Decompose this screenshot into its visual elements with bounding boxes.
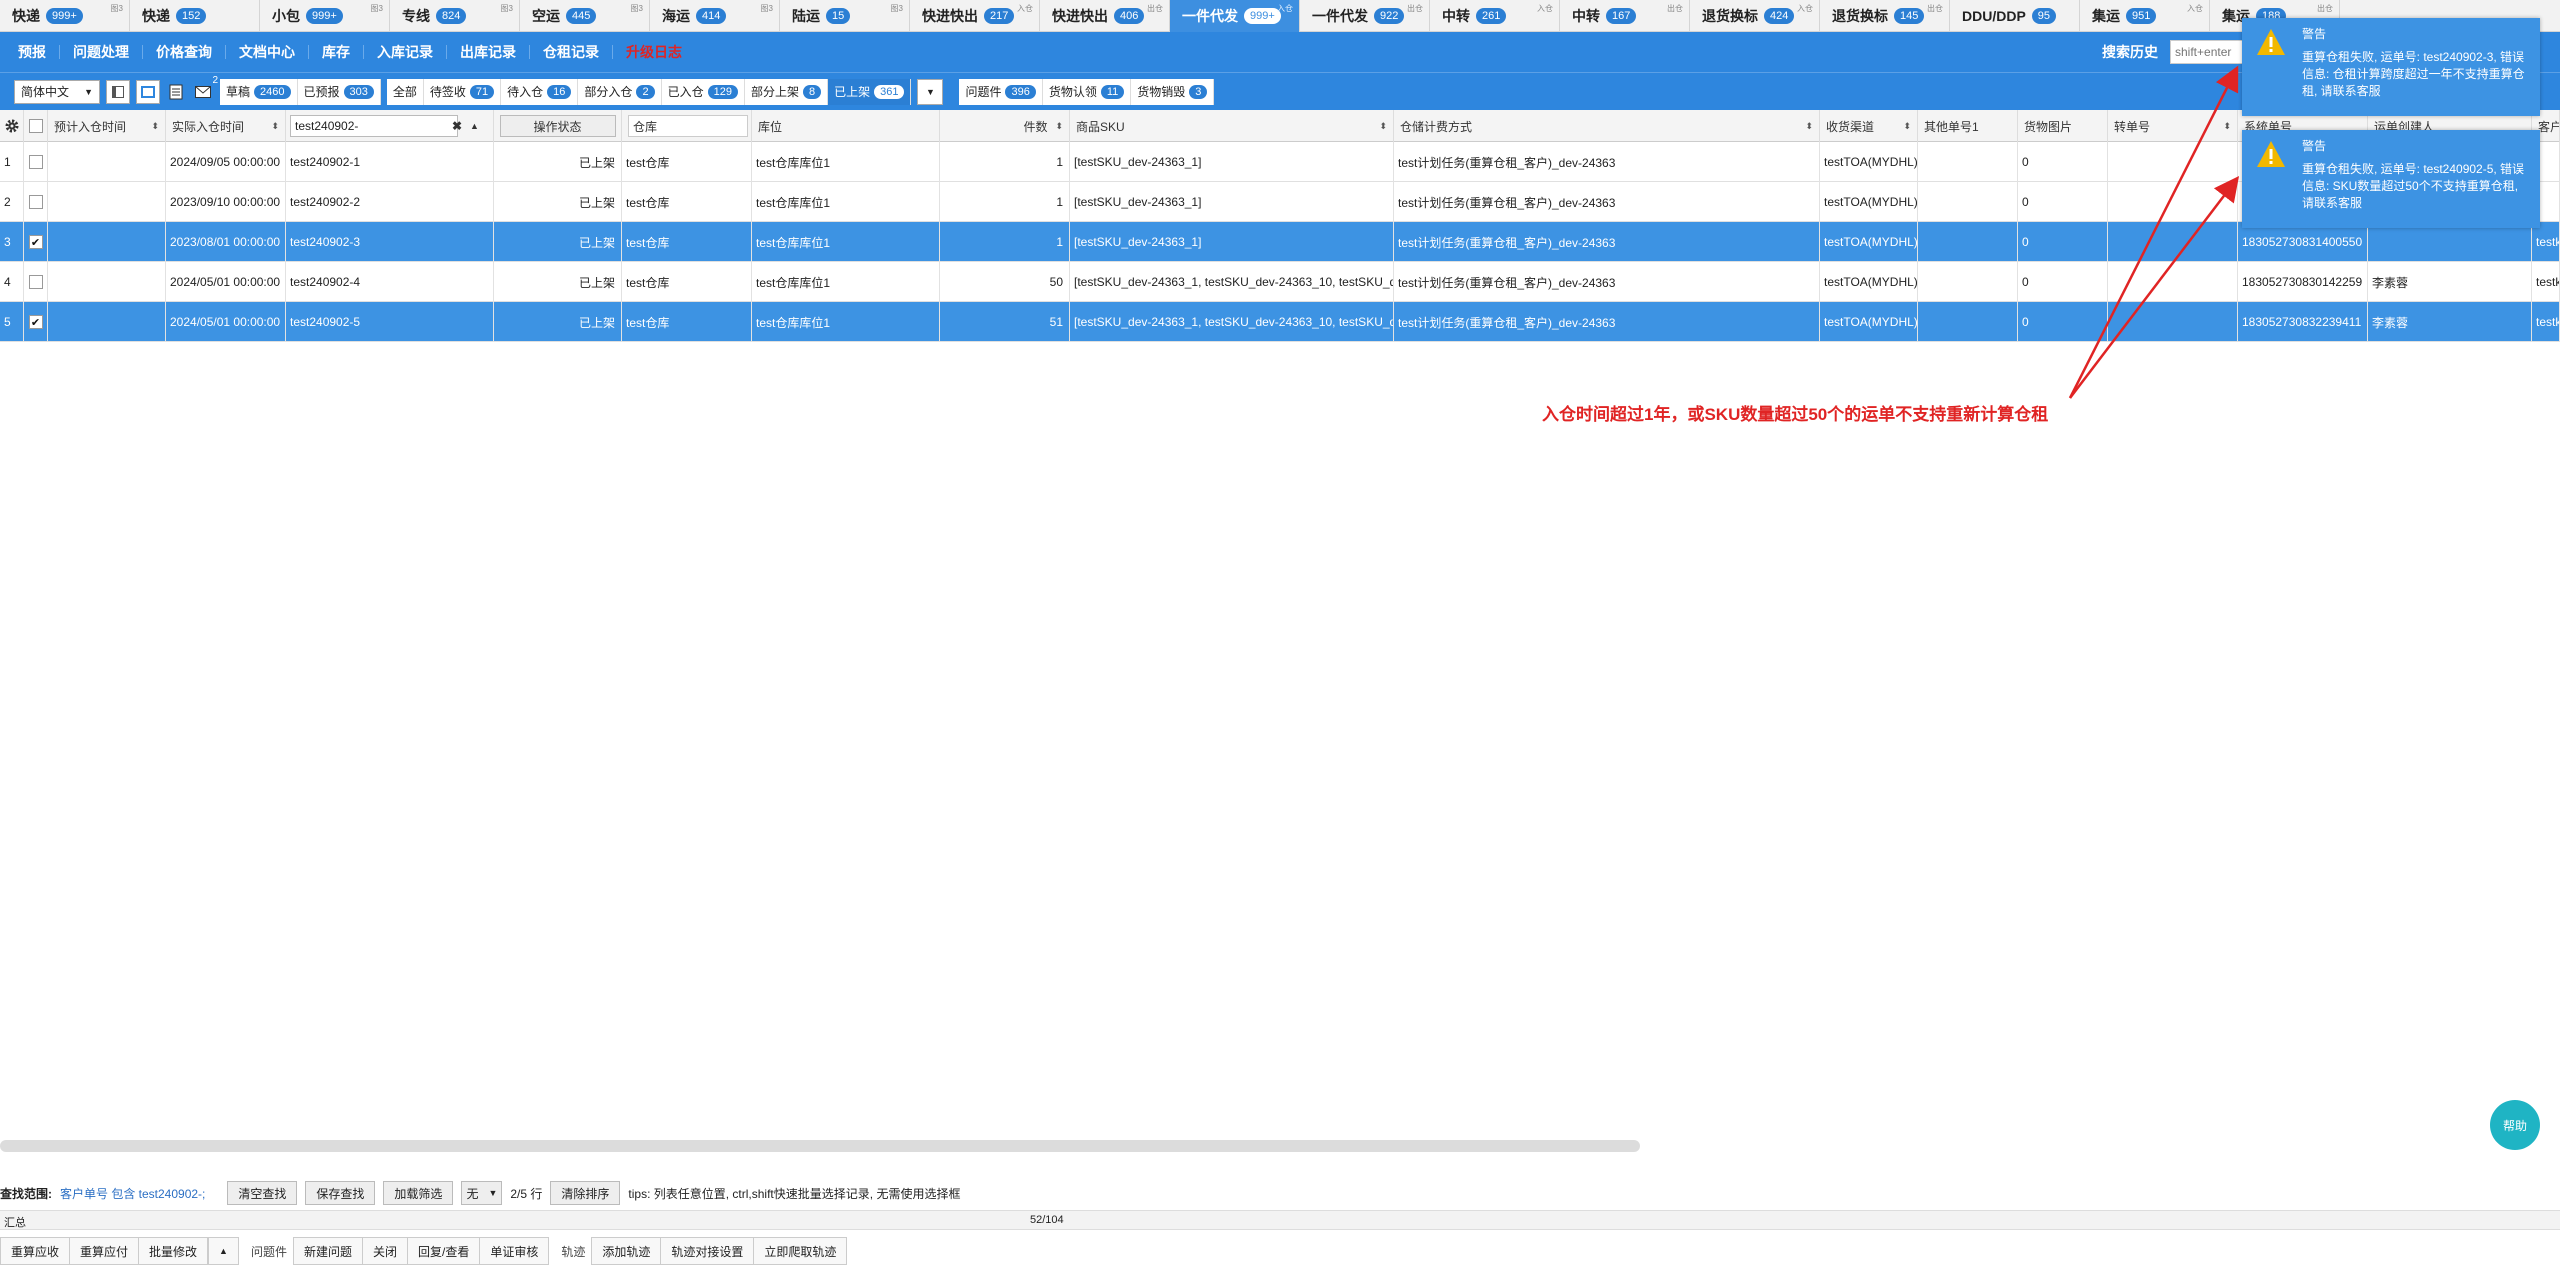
- bottom-action-button[interactable]: 添加轨迹: [592, 1238, 662, 1264]
- problem-group: 新建问题 关闭 回复/查看 单证审核: [292, 1237, 550, 1265]
- more-button[interactable]: ▲: [208, 1237, 239, 1265]
- rows-info: 2/5 行: [510, 1186, 543, 1201]
- bottom-action-button[interactable]: 新建问题: [293, 1238, 363, 1264]
- recalc-group: 重算应收 重算应付 批量修改: [0, 1237, 209, 1265]
- bottom-action-button[interactable]: 重算应付: [70, 1238, 140, 1264]
- filter-select[interactable]: 无 ▼: [461, 1181, 503, 1205]
- chevron-up-icon: ▲: [209, 1238, 238, 1264]
- bottom-action-button[interactable]: 立即爬取轨迹: [754, 1238, 847, 1264]
- search-scope-value: 客户单号 包含 test240902-;: [60, 1186, 206, 1201]
- save-search-button[interactable]: 保存查找: [305, 1181, 376, 1205]
- bottom-action-button[interactable]: 轨迹对接设置: [661, 1238, 755, 1264]
- horizontal-scrollbar[interactable]: [0, 1140, 1640, 1152]
- summary-label: 汇总: [4, 1217, 26, 1229]
- help-button[interactable]: 帮助: [2490, 1100, 2540, 1150]
- tips-text: tips: 列表任意位置, ctrl,shift快速批量选择记录, 无需使用选择…: [628, 1186, 961, 1201]
- load-filter-button[interactable]: 加载筛选: [383, 1181, 454, 1205]
- summary-row: 汇总 52/104: [0, 1210, 2560, 1230]
- chevron-down-icon: ▼: [488, 1188, 498, 1198]
- bottom-action-button[interactable]: 批量修改: [139, 1238, 208, 1264]
- search-scope-label: 查找范围:: [0, 1186, 52, 1201]
- clear-search-button[interactable]: 清空查找: [227, 1181, 298, 1205]
- track-group: 添加轨迹 轨迹对接设置 立即爬取轨迹: [591, 1237, 848, 1265]
- bottom-action-button[interactable]: 单证审核: [480, 1238, 549, 1264]
- annotation-note: 入仓时间超过1年，或SKU数量超过50个的运单不支持重新计算仓租: [1542, 405, 2049, 424]
- summary-pieces: 52/104: [1030, 1214, 1064, 1226]
- track-label: 轨迹: [561, 1244, 586, 1259]
- bottom-action-button[interactable]: 关闭: [363, 1238, 409, 1264]
- annotation-arrows: [2068, 65, 2240, 399]
- bottom-action-button[interactable]: 重算应收: [1, 1238, 71, 1264]
- clear-sort-button[interactable]: 清除排序: [550, 1181, 621, 1205]
- bottom-action-bar: 重算应收 重算应付 批量修改 ▲ 问题件 新建问题 关闭 回复/查看 单证审核 轨迹 添加…: [0, 1236, 2560, 1266]
- search-bar: 查找范围: 客户单号 包含 test240902-; 清空查找 保存查找 加载筛…: [0, 1180, 2560, 1206]
- problem-label: 问题件: [250, 1244, 287, 1259]
- bottom-action-button[interactable]: 回复/查看: [408, 1238, 481, 1264]
